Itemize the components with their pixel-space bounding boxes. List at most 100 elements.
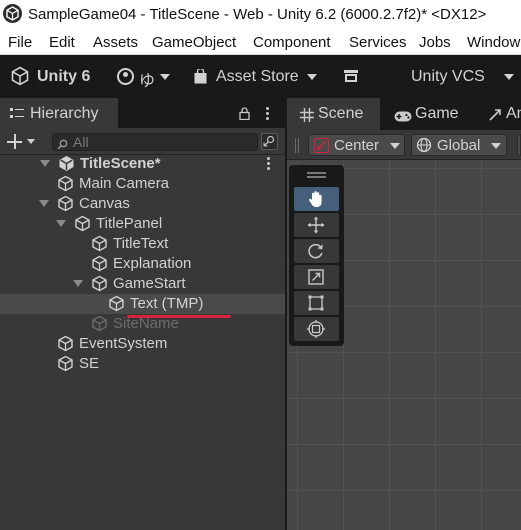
hierarchy-row[interactable]: Main Camera [0,174,286,194]
hierarchy-search-row [0,128,286,155]
grid-icon [300,108,314,122]
hierarchy-item-label: Text (TMP) [130,295,204,312]
unity-logo-icon[interactable] [10,66,30,86]
scene-tab-bar: Scene Game An [287,98,521,130]
move-icon [307,216,325,234]
hierarchy-row[interactable]: EventSystem [0,334,286,354]
window-title: SampleGame04 - TitleScene - Web - Unity … [28,6,487,23]
pivot-rotation-dropdown[interactable]: Global [411,134,507,156]
hierarchy-search-input[interactable] [73,134,253,150]
pivot-mode-dropdown[interactable]: Center [308,134,405,156]
tool-palette [289,165,344,346]
asset-store-icon[interactable] [194,67,207,84]
expand-arrow-icon[interactable] [73,280,83,287]
scene-menu-icon[interactable] [267,157,270,171]
hierarchy-row[interactable]: Text (TMP) [0,294,286,314]
search-icon [57,137,68,150]
hand-icon [309,191,322,207]
hierarchy-item-label: TitlePanel [96,215,163,232]
main-toolbar: Unity 6 ゆ Asset Store Unity VCS [0,55,521,98]
annotation-underline [127,315,231,318]
expand-arrow-icon[interactable] [56,220,66,227]
add-icon[interactable] [7,134,23,150]
hierarchy-list-icon [10,108,24,119]
tab-hierarchy-label: Hierarchy [30,105,99,122]
layers-icon[interactable] [344,70,358,82]
asset-store-dropdown-icon[interactable] [307,74,317,80]
menu-component[interactable]: Component [253,34,331,51]
hierarchy-search-box[interactable] [52,133,258,151]
transform-icon [307,320,325,338]
pivot-rotation-chevron-icon [491,143,501,149]
tab-animator-label: An [506,105,521,122]
pivot-mode-label: Center [334,137,380,154]
tab-hierarchy[interactable]: Hierarchy [0,98,118,128]
unity-app-icon [3,4,22,23]
asset-store-button[interactable]: Asset Store [216,68,299,86]
pivot-rotation-label: Global [437,137,481,154]
tab-scene[interactable]: Scene [287,98,380,130]
menu-assets[interactable]: Assets [93,34,138,51]
globe-icon [416,137,432,153]
panel-menu-icon[interactable] [266,107,270,121]
tab-game-label: Game [415,105,459,122]
hierarchy-item-label: Canvas [79,195,130,212]
menu-window[interactable]: Window [467,34,520,51]
scale-icon [308,269,324,285]
account-dropdown-icon[interactable] [160,74,170,80]
gamepad-icon [394,109,412,122]
hand-tool-button[interactable] [294,187,339,211]
menu-services[interactable]: Services [349,34,407,51]
account-icon[interactable] [117,68,134,85]
vcs-dropdown-icon[interactable] [504,74,514,80]
scene-toolbar: Center Global [287,130,521,160]
window-title-bar: SampleGame04 - TitleScene - Web - Unity … [0,0,521,31]
hierarchy-row[interactable]: TitlePanel [0,214,286,234]
transform-tool-button[interactable] [294,317,339,341]
scale-tool-button[interactable] [294,265,339,289]
menu-jobs[interactable]: Jobs [419,34,451,51]
hierarchy-item-label: GameStart [113,275,186,292]
scene-root-row[interactable]: TitleScene* [0,154,286,174]
gameobject-cube-icon [57,355,74,377]
lock-icon[interactable] [239,107,250,121]
hierarchy-row[interactable]: GameStart [0,274,286,294]
add-dropdown-icon[interactable] [27,139,35,144]
pivot-mode-chevron-icon [390,143,400,149]
tab-scene-label: Scene [318,105,364,122]
hierarchy-item-label: Explanation [113,255,192,272]
hierarchy-tree: TitleScene* Main Camera Canvas TitlePanel Ti… [0,155,286,530]
rotate-tool-button[interactable] [294,239,339,263]
hierarchy-row[interactable]: Explanation [0,254,286,274]
hierarchy-row[interactable]: SE [0,354,286,374]
menu-gameobject[interactable]: GameObject [152,34,236,51]
toolbar-separator [517,134,521,156]
scene-name-label: TitleScene* [80,155,161,172]
expand-arrow-icon[interactable] [40,160,50,167]
hierarchy-tab-bar: Hierarchy [0,98,286,128]
hierarchy-row[interactable]: TitleText [0,234,286,254]
move-tool-button[interactable] [294,213,339,237]
toolbar-grip-icon [295,138,299,153]
hierarchy-item-label: EventSystem [79,335,168,352]
unity-version-label[interactable]: Unity 6 [37,68,90,86]
menu-edit[interactable]: Edit [49,34,75,51]
hierarchy-item-label: TitleText [113,235,169,252]
hierarchy-row[interactable]: Canvas [0,194,286,214]
hierarchy-item-label: Main Camera [79,175,170,192]
rect-tool-button[interactable] [294,291,339,315]
palette-grip-icon[interactable] [307,172,326,174]
palette-grip-icon[interactable] [307,176,326,178]
pivot-center-icon [314,138,329,153]
animator-icon [488,108,502,122]
rotate-icon [308,243,323,259]
expand-arrow-icon[interactable] [39,200,49,207]
menu-file[interactable]: File [8,34,32,51]
menu-bar: File Edit Assets GameObject Component Se… [0,31,521,55]
tab-animator[interactable]: An [482,98,521,130]
tab-game[interactable]: Game [388,98,473,130]
hierarchy-item-label: SE [79,355,100,372]
account-label[interactable]: ゆ [139,67,155,91]
unity-vcs-button[interactable]: Unity VCS [411,68,485,86]
scene-visibility-icon[interactable] [261,133,278,150]
